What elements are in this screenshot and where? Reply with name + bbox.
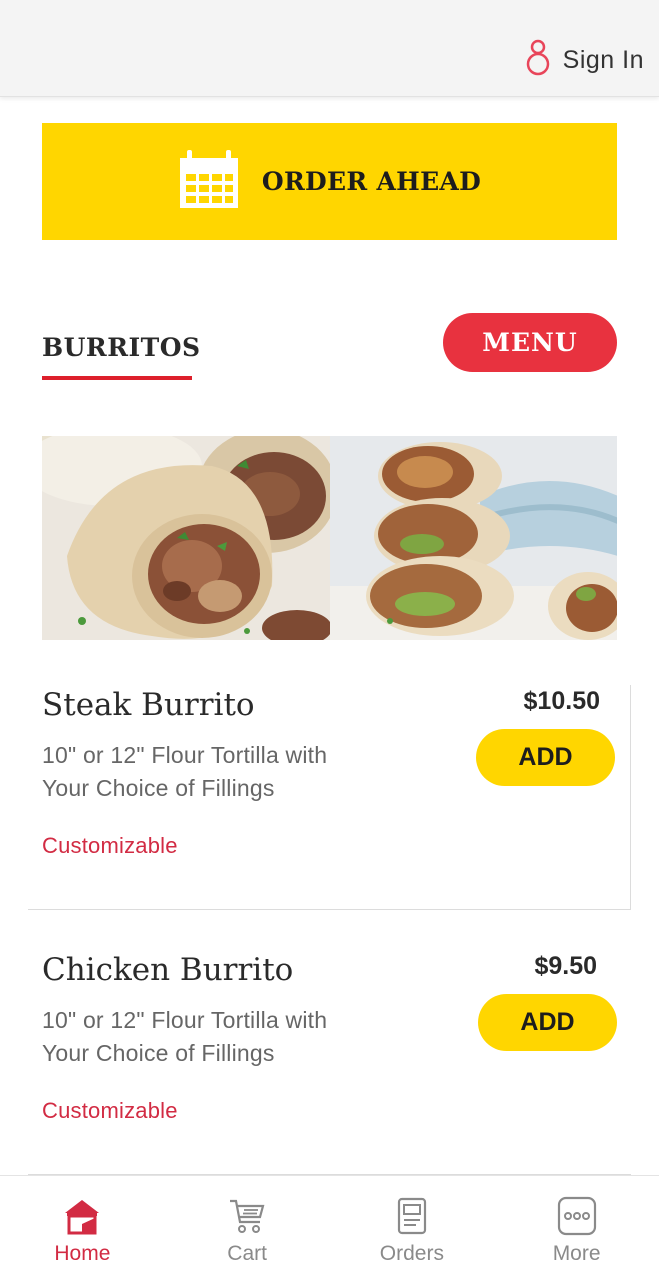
- home-icon: [62, 1196, 102, 1236]
- cart-icon: [227, 1196, 267, 1236]
- customizable-tag: Customizable: [42, 833, 178, 858]
- burrito-banner-image: [42, 436, 617, 640]
- item-description: 10" or 12" Flour Tortilla with Your Choi…: [42, 742, 328, 801]
- item-description: 10" or 12" Flour Tortilla with Your Choi…: [42, 1007, 328, 1066]
- tab-more[interactable]: More: [494, 1176, 659, 1280]
- add-button[interactable]: ADD: [476, 729, 615, 786]
- customizable-tag: Customizable: [42, 1098, 178, 1123]
- menu-item-card[interactable]: Chicken Burrito 10" or 12" Flour Tortill…: [28, 950, 631, 1175]
- tab-label: Cart: [227, 1242, 267, 1265]
- order-ahead-label: ORDER AHEAD: [261, 167, 482, 196]
- receipt-icon: [392, 1196, 432, 1236]
- order-ahead-button[interactable]: ORDER AHEAD: [42, 123, 617, 240]
- item-price: $9.50: [534, 952, 597, 980]
- top-bar: Sign In: [0, 0, 659, 97]
- more-icon: [557, 1196, 597, 1236]
- add-button[interactable]: ADD: [478, 994, 617, 1051]
- menu-button[interactable]: MENU: [443, 313, 617, 372]
- burrito-stack-photo: [329, 436, 617, 640]
- tab-orders[interactable]: Orders: [330, 1176, 495, 1280]
- user-icon: [525, 39, 551, 82]
- bottom-tab-bar: Home Cart Orders More: [0, 1175, 659, 1280]
- item-name: Steak Burrito: [42, 687, 255, 723]
- calendar-icon: [178, 148, 240, 215]
- section-underline: [42, 376, 192, 380]
- sign-in-button[interactable]: Sign In: [525, 39, 644, 82]
- item-price: $10.50: [523, 687, 600, 715]
- tab-label: Orders: [379, 1242, 444, 1265]
- sign-in-label: Sign In: [562, 45, 644, 74]
- menu-item-card[interactable]: Steak Burrito 10" or 12" Flour Tortilla …: [28, 685, 631, 910]
- tab-label: Home: [54, 1242, 111, 1265]
- item-name: Chicken Burrito: [42, 952, 294, 988]
- steak-burrito-photo: [42, 436, 330, 640]
- section-title: BURRITOS: [42, 333, 201, 362]
- tab-label: More: [552, 1242, 601, 1265]
- tab-cart[interactable]: Cart: [165, 1176, 330, 1280]
- tab-home[interactable]: Home: [0, 1176, 165, 1280]
